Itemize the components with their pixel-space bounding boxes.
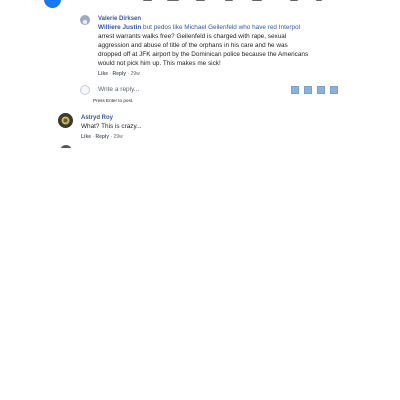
reply-hint: Press Enter to post.	[93, 98, 134, 103]
nav-icon[interactable]	[196, 0, 205, 1]
avatar[interactable]	[58, 113, 73, 128]
nav-icon[interactable]	[252, 0, 262, 1]
comment-text: What? This is crazy...	[81, 123, 142, 130]
camera-icon[interactable]	[304, 86, 312, 94]
avatar[interactable]	[60, 145, 72, 148]
reply-link[interactable]: Reply	[95, 134, 109, 140]
nav-icon[interactable]	[290, 0, 298, 1]
sticker-icon[interactable]	[330, 86, 338, 94]
comment-text: Williere Justin but pedos like Michael G…	[98, 23, 358, 68]
mention-link[interactable]: Williere Justin	[98, 24, 141, 31]
facebook-logo-icon[interactable]	[44, 0, 61, 8]
comment-actions: Like · Reply · 29w	[98, 71, 140, 77]
comment-text-line: but pedos like Michael Geilenfeld who ha…	[141, 24, 301, 31]
comment-text-line: dropped off at JFK airport by the Domini…	[98, 51, 309, 58]
comment-actions: Like · Reply · 29w	[81, 134, 123, 140]
nav-icon[interactable]	[316, 0, 322, 1]
nav-icon[interactable]	[225, 0, 233, 1]
comment-author[interactable]: Astryd Roy	[81, 114, 113, 122]
reply-link[interactable]: Reply	[112, 71, 126, 77]
like-link[interactable]: Like	[98, 71, 108, 77]
emoji-icon[interactable]	[291, 86, 299, 94]
nav-icon[interactable]	[167, 0, 179, 1]
comment-text-line: aggression and abuse of title of the orp…	[98, 42, 288, 49]
avatar[interactable]	[80, 15, 90, 25]
comment-text-line: arrest warrants walks free? Geilenfeld i…	[98, 33, 287, 40]
gif-icon[interactable]	[317, 86, 325, 94]
timestamp[interactable]: 29w	[131, 71, 140, 77]
reply-avatar	[80, 85, 90, 95]
top-bar	[0, 0, 400, 8]
like-link[interactable]: Like	[81, 134, 91, 140]
nav-icon[interactable]	[143, 0, 152, 1]
reply-toolbar	[291, 86, 339, 94]
comment-text-line: would not pick him up. This makes me sic…	[98, 60, 221, 67]
comment-author[interactable]: Valerie Dirksen	[98, 15, 141, 23]
reply-input[interactable]: Write a reply...	[98, 85, 278, 94]
timestamp[interactable]: 29w	[114, 134, 123, 140]
